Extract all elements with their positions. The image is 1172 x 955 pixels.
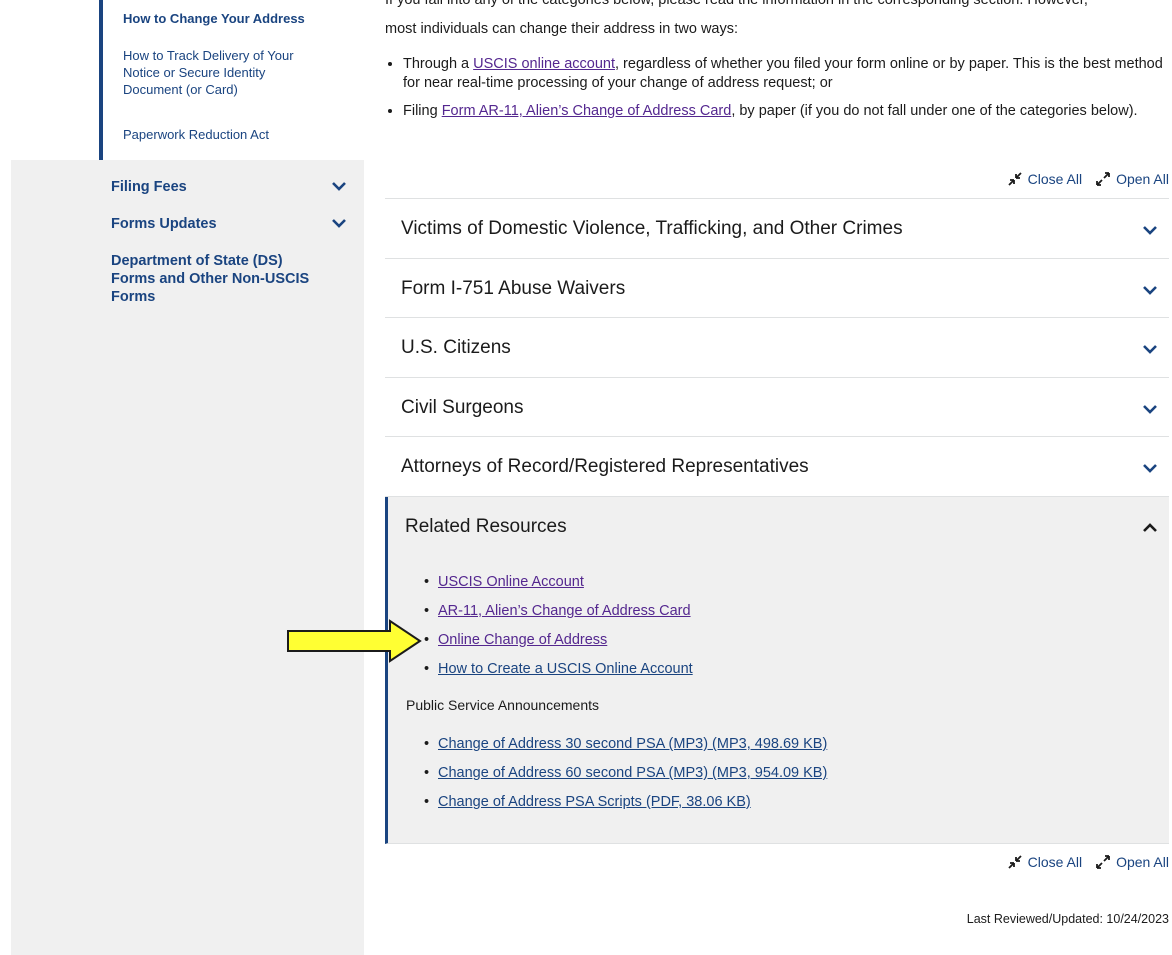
collapse-icon bbox=[1007, 172, 1022, 186]
accordion-title: Attorneys of Record/Registered Represent… bbox=[401, 456, 809, 477]
sidebar-item-ds-forms[interactable]: Department of State (DS) Forms and Other… bbox=[111, 252, 326, 306]
last-updated-text: Last Reviewed/Updated: 10/24/2023 bbox=[966, 912, 1169, 926]
accordion-title: Civil Surgeons bbox=[401, 396, 524, 418]
uscis-online-account-link[interactable]: USCIS online account bbox=[473, 56, 615, 72]
accordion-item[interactable]: Form I-751 Abuse Waivers bbox=[385, 259, 1169, 318]
sidebar-item-label: Filing Fees bbox=[111, 179, 187, 195]
list-item: Change of Address 30 second PSA (MP3) (M… bbox=[406, 730, 1106, 759]
close-all-button[interactable]: Close All bbox=[1007, 854, 1083, 870]
related-resources-title[interactable]: Related Resources bbox=[405, 515, 567, 539]
accordion: Victims of Domestic Violence, Traffickin… bbox=[385, 198, 1169, 497]
uscis-online-account-resource-link[interactable]: USCIS Online Account bbox=[438, 574, 584, 590]
subnav-active-bar bbox=[99, 0, 103, 160]
open-all-button[interactable]: Open All bbox=[1096, 171, 1169, 187]
chevron-down-icon[interactable] bbox=[331, 178, 347, 194]
expand-icon bbox=[1096, 172, 1110, 186]
sidebar-item-label: Department of State (DS) Forms and Other… bbox=[111, 253, 310, 305]
chevron-down-icon bbox=[1143, 464, 1157, 473]
bullet-text: Filing bbox=[403, 103, 442, 119]
intro-bullet: Through a USCIS online account, regardle… bbox=[403, 55, 1168, 93]
list-item: How to Create a USCIS Online Account bbox=[406, 655, 1106, 684]
accordion-item[interactable]: U.S. Citizens bbox=[385, 318, 1169, 378]
ar11-resource-link[interactable]: AR-11, Alien’s Change of Address Card bbox=[438, 603, 691, 619]
accordion-item[interactable]: Civil Surgeons bbox=[385, 378, 1169, 437]
open-all-button[interactable]: Open All bbox=[1096, 854, 1169, 870]
chevron-down-icon bbox=[1143, 226, 1157, 235]
accordion-title: Victims of Domestic Violence, Traffickin… bbox=[401, 218, 903, 239]
psa-heading: Public Service Announcements bbox=[406, 697, 599, 713]
list-item: USCIS Online Account bbox=[406, 568, 1106, 597]
sidebar: How to Change Your Address How to Track … bbox=[11, 0, 364, 955]
bullet-text: , by paper (if you do not fall under one… bbox=[731, 103, 1138, 119]
chevron-up-icon[interactable] bbox=[1141, 519, 1159, 537]
form-ar11-link[interactable]: Form AR-11, Alien’s Change of Address Ca… bbox=[442, 103, 732, 119]
intro-lead: most individuals can change their addres… bbox=[385, 21, 739, 37]
psa-60-second-link[interactable]: Change of Address 60 second PSA (MP3) (M… bbox=[438, 765, 827, 781]
related-resources-panel: Related Resources USCIS Online Account A… bbox=[385, 497, 1169, 844]
close-all-button[interactable]: Close All bbox=[1007, 171, 1083, 187]
chevron-down-icon bbox=[1143, 404, 1157, 414]
accordion-toggles-bottom: Close All Open All bbox=[1007, 854, 1169, 870]
list-item: Online Change of Address bbox=[406, 626, 1106, 655]
chevron-down-icon[interactable] bbox=[331, 215, 347, 231]
intro-bullet: Filing Form AR-11, Alien’s Change of Add… bbox=[403, 102, 1168, 121]
list-item: Change of Address 60 second PSA (MP3) (M… bbox=[406, 759, 1106, 788]
open-all-label: Open All bbox=[1116, 854, 1169, 870]
close-all-label: Close All bbox=[1027, 854, 1083, 870]
subnav-link-change-address[interactable]: How to Change Your Address bbox=[123, 10, 323, 27]
sidebar-item-filing-fees[interactable]: Filing Fees bbox=[111, 178, 351, 196]
chevron-down-icon bbox=[1143, 345, 1157, 354]
create-online-account-link[interactable]: How to Create a USCIS Online Account bbox=[438, 661, 693, 677]
psa-links-list: Change of Address 30 second PSA (MP3) (M… bbox=[406, 730, 1106, 817]
accordion-title: Form I-751 Abuse Waivers bbox=[401, 277, 626, 299]
sidebar-item-label: Forms Updates bbox=[111, 216, 217, 232]
accordion-title: U.S. Citizens bbox=[401, 337, 511, 358]
close-all-label: Close All bbox=[1027, 171, 1083, 187]
collapse-icon bbox=[1007, 855, 1022, 869]
accordion-item[interactable]: Victims of Domestic Violence, Traffickin… bbox=[385, 199, 1169, 259]
bullet-text: Through a bbox=[403, 56, 474, 72]
list-item: Change of Address PSA Scripts (PDF, 38.0… bbox=[406, 788, 1106, 817]
psa-30-second-link[interactable]: Change of Address 30 second PSA (MP3) (M… bbox=[438, 736, 827, 752]
open-all-label: Open All bbox=[1116, 171, 1169, 187]
expand-icon bbox=[1096, 855, 1110, 869]
sidebar-subnav: How to Change Your Address How to Track … bbox=[11, 0, 364, 160]
accordion-item[interactable]: Attorneys of Record/Registered Represent… bbox=[385, 437, 1169, 497]
intro-clipped-line: If you fall into any of the categories b… bbox=[385, 0, 1088, 8]
psa-scripts-link[interactable]: Change of Address PSA Scripts (PDF, 38.0… bbox=[438, 794, 751, 810]
online-change-of-address-link[interactable]: Online Change of Address bbox=[438, 632, 607, 648]
chevron-down-icon bbox=[1143, 285, 1157, 295]
yellow-arrow-icon bbox=[287, 619, 422, 663]
intro-bullets: Through a USCIS online account, regardle… bbox=[403, 55, 1168, 121]
accordion-toggles-top: Close All Open All bbox=[1007, 171, 1169, 187]
subnav-link-track-delivery[interactable]: How to Track Delivery of Your Notice or … bbox=[123, 47, 323, 98]
related-links-list: USCIS Online Account AR-11, Alien’s Chan… bbox=[406, 568, 1106, 684]
sidebar-item-forms-updates[interactable]: Forms Updates bbox=[111, 215, 351, 233]
subnav-link-paperwork[interactable]: Paperwork Reduction Act bbox=[123, 126, 323, 143]
main-content: If you fall into any of the categories b… bbox=[385, 0, 1172, 955]
list-item: AR-11, Alien’s Change of Address Card bbox=[406, 597, 1106, 626]
